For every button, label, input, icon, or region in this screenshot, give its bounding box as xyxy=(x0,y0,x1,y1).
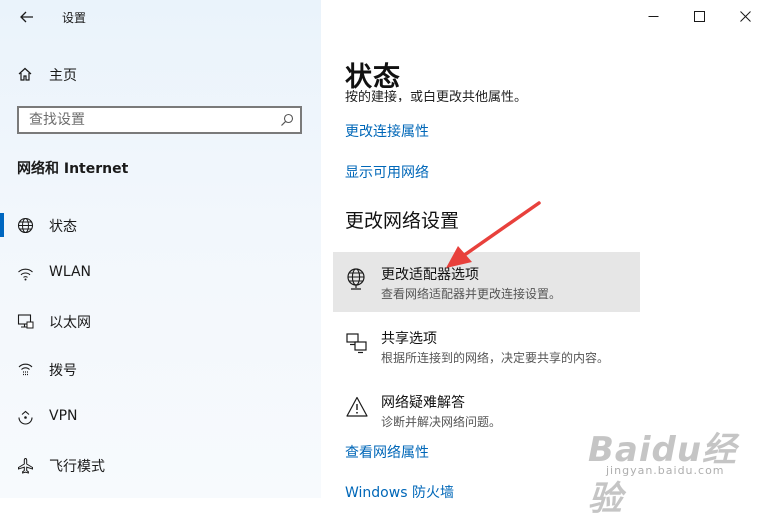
minimize-button[interactable] xyxy=(630,0,676,32)
nav-item-status[interactable]: 状态 xyxy=(0,207,321,243)
nav-item-label: WLAN xyxy=(49,264,92,280)
close-icon xyxy=(739,10,751,22)
section-heading: 更改网络设置 xyxy=(345,210,460,232)
option-title: 共享选项 xyxy=(381,331,437,347)
nav-item-label: 飞行模式 xyxy=(49,459,105,475)
back-button[interactable] xyxy=(10,2,44,32)
globe-icon xyxy=(17,217,34,234)
active-indicator xyxy=(0,213,4,237)
clipped-text: 按的建接，或白更改共他属性。 xyxy=(345,90,528,102)
option-title: 网络疑难解答 xyxy=(381,395,465,411)
nav-home[interactable]: 主页 xyxy=(0,60,321,88)
adapter-globe-icon xyxy=(347,268,365,290)
close-button[interactable] xyxy=(722,0,768,32)
app-title: 设置 xyxy=(62,11,87,25)
sharing-icon xyxy=(346,333,367,354)
search-box[interactable] xyxy=(17,106,302,134)
windows-firewall-link[interactable]: Windows 防火墙 xyxy=(345,482,454,502)
nav-item-dialup[interactable]: 拨号 xyxy=(0,351,321,387)
nav-item-wlan[interactable]: WLAN xyxy=(0,255,321,291)
option-description: 诊断并解决网络问题。 xyxy=(381,415,502,429)
nav-item-label: 以太网 xyxy=(49,315,91,331)
nav-item-ethernet[interactable]: 以太网 xyxy=(0,303,321,339)
vpn-icon xyxy=(18,410,33,425)
search-input[interactable] xyxy=(19,108,279,132)
minimize-icon xyxy=(648,15,658,17)
sharing-options-item[interactable]: 共享选项 根据所连接到的网络，决定要共享的内容。 xyxy=(333,316,640,376)
page-title: 状态 xyxy=(345,62,401,93)
airplane-icon xyxy=(18,457,33,474)
dialup-icon xyxy=(18,363,33,376)
clipped-description: 按的建接，或白更改共他属性。 xyxy=(345,90,527,102)
baidu-watermark: Baidu经验 jingyan.baidu.com xyxy=(580,420,760,519)
show-available-networks-link[interactable]: 显示可用网络 xyxy=(345,162,429,182)
nav-item-vpn[interactable]: VPN xyxy=(0,399,321,435)
adapter-options-item[interactable]: 更改适配器选项 查看网络适配器并更改连接设置。 xyxy=(333,252,640,312)
option-description: 根据所连接到的网络，决定要共享的内容。 xyxy=(381,351,610,365)
option-title: 更改适配器选项 xyxy=(381,267,479,283)
nav-item-label: 拨号 xyxy=(49,363,77,379)
ethernet-icon xyxy=(17,314,34,329)
back-arrow-icon xyxy=(20,11,33,23)
search-icon[interactable] xyxy=(280,113,294,127)
maximize-button[interactable] xyxy=(676,0,722,32)
warning-icon xyxy=(346,396,368,417)
home-icon xyxy=(18,67,32,81)
nav-item-label: 状态 xyxy=(49,219,77,235)
watermark-url: jingyan.baidu.com xyxy=(606,464,725,477)
option-description: 查看网络适配器并更改连接设置。 xyxy=(381,287,562,301)
nav-item-label: VPN xyxy=(49,408,78,424)
maximize-icon xyxy=(693,10,705,22)
navigation-pane: 设置 主页 网络和 Internet 状态 WLAN xyxy=(0,0,321,498)
view-network-properties-link[interactable]: 查看网络属性 xyxy=(345,442,429,462)
nav-item-airplane[interactable]: 飞行模式 xyxy=(0,447,321,483)
wifi-icon xyxy=(18,268,33,281)
change-connection-properties-link[interactable]: 更改连接属性 xyxy=(345,121,429,141)
section-title: 网络和 Internet xyxy=(17,161,129,177)
nav-home-label: 主页 xyxy=(49,68,77,84)
